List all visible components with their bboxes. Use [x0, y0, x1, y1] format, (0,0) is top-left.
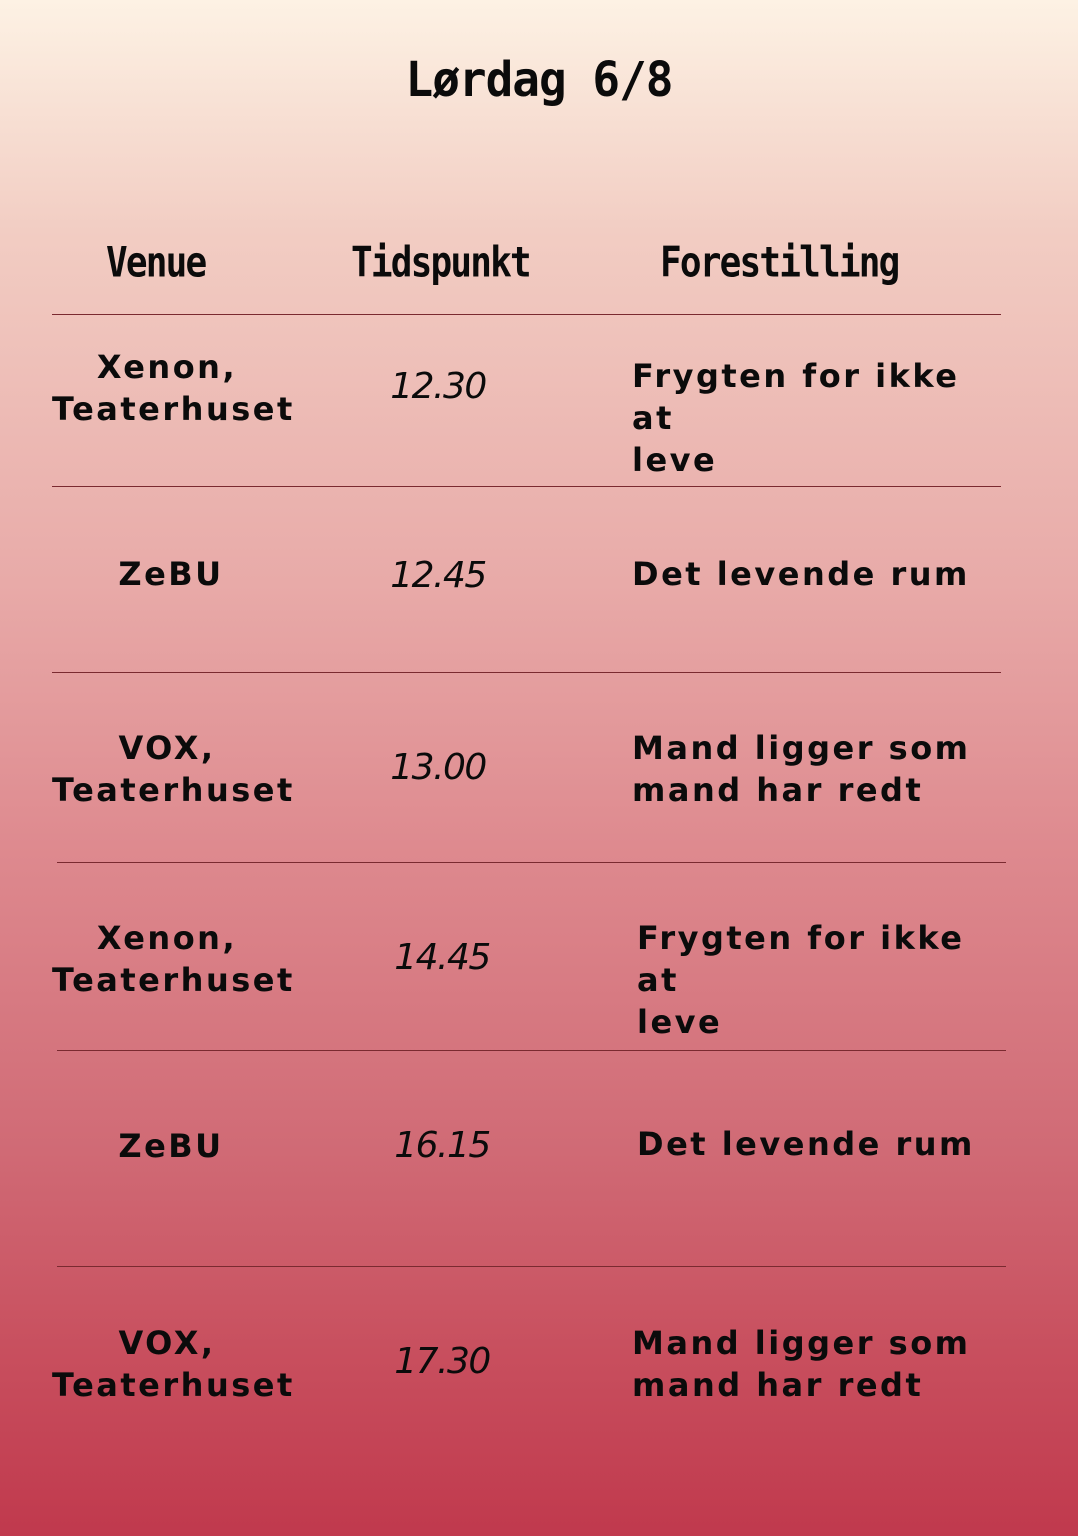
row-1-show: Frygten for ikke at leve — [632, 357, 960, 479]
row-divider — [57, 862, 1006, 863]
page-title: Lørdag 6/8 — [405, 50, 674, 108]
column-header-show: Forestilling — [660, 238, 900, 288]
row-5-show: Det levende rum — [637, 1125, 975, 1163]
row-6-venue: VOX, Teaterhuset — [52, 1324, 295, 1404]
row-divider — [52, 672, 1001, 673]
row-6-show: Mand ligger som mand har redt — [632, 1324, 971, 1404]
row-divider — [52, 486, 1001, 487]
row-1-time: 12.30 — [390, 366, 487, 407]
row-2-show: Det levende rum — [632, 555, 970, 593]
row-3-venue: VOX, Teaterhuset — [52, 729, 295, 809]
row-divider — [57, 1266, 1006, 1267]
column-header-venue: Venue — [106, 238, 207, 288]
row-4-time: 14.45 — [394, 937, 491, 978]
column-header-time: Tidspunkt — [351, 238, 532, 288]
row-5-time: 16.15 — [394, 1125, 491, 1166]
row-2-venue: ZeBU — [118, 555, 224, 593]
row-2-time: 12.45 — [390, 555, 487, 596]
row-divider — [57, 1050, 1006, 1051]
row-6-time: 17.30 — [394, 1341, 491, 1382]
row-4-venue: Xenon, Teaterhuset — [52, 919, 295, 999]
header-divider — [52, 314, 1001, 315]
row-5-venue: ZeBU — [118, 1127, 224, 1165]
row-4-show: Frygten for ikke at leve — [637, 919, 965, 1041]
row-3-time: 13.00 — [390, 747, 487, 788]
row-1-venue: Xenon, Teaterhuset — [52, 348, 295, 428]
row-3-show: Mand ligger som mand har redt — [632, 729, 971, 809]
